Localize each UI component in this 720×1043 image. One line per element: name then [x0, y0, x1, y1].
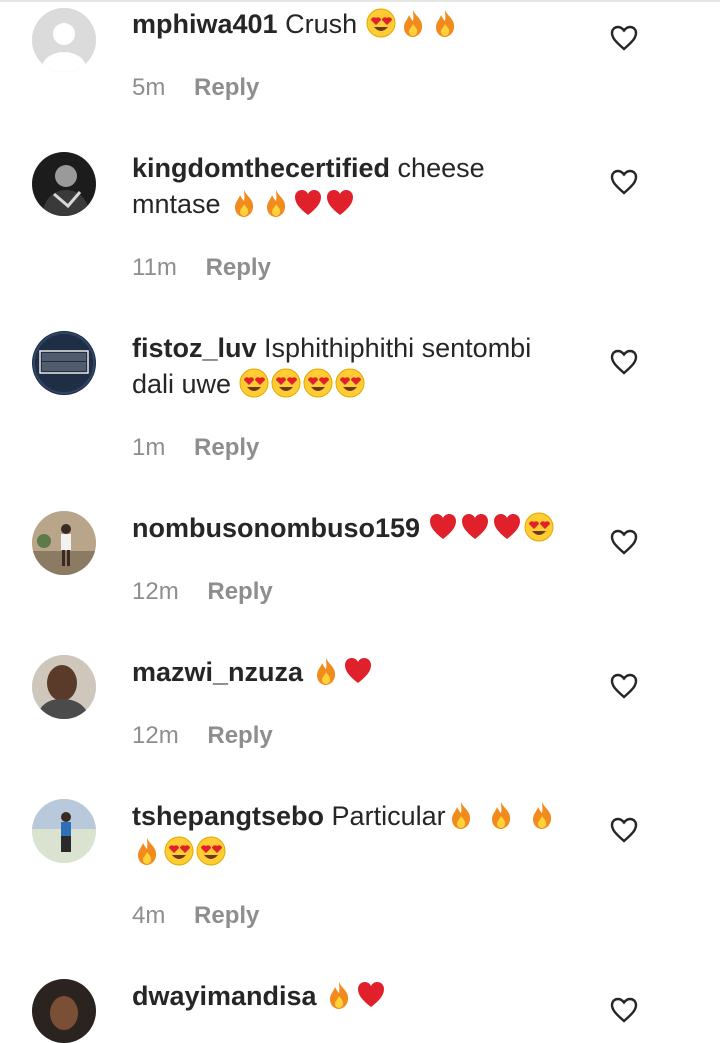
profile-photo-icon	[32, 799, 96, 863]
avatar[interactable]	[32, 331, 96, 395]
reply-button[interactable]: Reply	[194, 74, 259, 101]
red-heart-emoji-icon	[493, 514, 520, 539]
reply-button[interactable]: Reply	[207, 578, 272, 605]
like-heart-icon[interactable]	[610, 25, 638, 51]
avatar[interactable]	[32, 799, 96, 863]
comment-emojis	[221, 189, 358, 219]
fire-emoji-icon	[435, 10, 454, 37]
comment-emojis	[311, 657, 375, 687]
comment-body: Particular	[331, 801, 446, 831]
comment-body: Crush	[285, 9, 358, 39]
heart-eyes-emoji-icon	[335, 368, 365, 398]
red-heart-emoji-icon	[295, 190, 322, 215]
fire-emoji-icon	[138, 838, 157, 865]
like-heart-icon[interactable]	[610, 169, 638, 195]
fire-emoji-icon	[403, 10, 422, 37]
comment-meta: 1m Reply	[132, 434, 259, 462]
comment-username[interactable]: tshepangtsebo	[132, 801, 324, 831]
comment-meta: 11m Reply	[132, 254, 271, 282]
comment-text: fistoz_luv Isphithiphithi sentombi dali …	[132, 330, 572, 402]
profile-photo-icon	[32, 979, 96, 1043]
red-heart-emoji-icon	[327, 190, 354, 215]
comment-username[interactable]: mphiwa401	[132, 9, 278, 39]
heart-eyes-emoji-icon	[164, 836, 194, 866]
fire-emoji-icon	[235, 190, 254, 217]
deepinside-logo-icon	[32, 331, 96, 395]
fire-emoji-icon	[316, 658, 335, 685]
comment-emojis	[324, 981, 388, 1011]
like-heart-icon[interactable]	[610, 349, 638, 375]
heart-eyes-emoji-icon	[524, 512, 554, 542]
heart-eyes-emoji-icon	[271, 368, 301, 398]
comment-text: kingdomthecertified cheese mntase	[132, 150, 572, 222]
comment-text: dwayimandisa	[132, 978, 572, 1014]
comment-text: mazwi_nzuza	[132, 654, 572, 690]
comment-time: 4m	[132, 902, 166, 929]
comment-time: 11m	[132, 254, 177, 281]
comment-emojis	[357, 8, 462, 39]
like-heart-icon[interactable]	[610, 673, 638, 699]
comment-text: mphiwa401 Crush	[132, 6, 572, 42]
reply-button[interactable]: Reply	[207, 722, 272, 749]
like-heart-icon[interactable]	[610, 529, 638, 555]
fire-emoji-icon	[330, 982, 349, 1009]
like-heart-icon[interactable]	[610, 817, 638, 843]
comment-text: tshepangtsebo Particular	[132, 798, 572, 870]
comment-meta: 5m Reply	[132, 74, 259, 102]
like-heart-icon[interactable]	[610, 997, 638, 1023]
comment-emojis	[239, 368, 367, 399]
profile-photo-icon	[32, 511, 96, 575]
comment-username[interactable]: dwayimandisa	[132, 981, 317, 1011]
reply-button[interactable]: Reply	[194, 434, 259, 461]
comment-time: 12m	[132, 578, 179, 605]
comment-meta: 12m Reply	[132, 578, 273, 606]
profile-photo-icon	[32, 655, 96, 719]
heart-eyes-emoji-icon	[239, 368, 269, 398]
avatar[interactable]	[32, 8, 96, 72]
comment-emojis	[428, 512, 556, 543]
comment-username[interactable]: mazwi_nzuza	[132, 657, 303, 687]
avatar[interactable]	[32, 655, 96, 719]
comment-text: nombusonombuso159	[132, 510, 572, 546]
comment-time: 1m	[132, 434, 166, 461]
profile-photo-icon	[32, 152, 96, 216]
red-heart-emoji-icon	[429, 514, 456, 539]
fire-emoji-icon	[267, 190, 286, 217]
reply-button[interactable]: Reply	[206, 254, 271, 281]
comment-time: 12m	[132, 722, 179, 749]
fire-emoji-icon	[451, 802, 470, 829]
red-heart-emoji-icon	[344, 658, 371, 683]
heart-eyes-emoji-icon	[196, 836, 226, 866]
fire-emoji-icon	[492, 802, 511, 829]
comment-username[interactable]: fistoz_luv	[132, 333, 257, 363]
heart-eyes-emoji-icon	[303, 368, 333, 398]
top-divider	[0, 0, 720, 2]
red-heart-emoji-icon	[358, 982, 385, 1007]
comment-username[interactable]: kingdomthecertified	[132, 153, 390, 183]
comment-username[interactable]: nombusonombuso159	[132, 513, 420, 543]
comment-time: 5m	[132, 74, 166, 101]
default-avatar-icon	[32, 8, 96, 72]
reply-button[interactable]: Reply	[194, 902, 259, 929]
red-heart-emoji-icon	[461, 514, 488, 539]
avatar[interactable]	[32, 511, 96, 575]
avatar[interactable]	[32, 979, 96, 1043]
heart-eyes-emoji-icon	[366, 8, 396, 38]
comment-meta: 12m Reply	[132, 722, 273, 750]
fire-emoji-icon	[532, 802, 551, 829]
comment-meta: 4m Reply	[132, 902, 259, 930]
avatar[interactable]	[32, 152, 96, 216]
